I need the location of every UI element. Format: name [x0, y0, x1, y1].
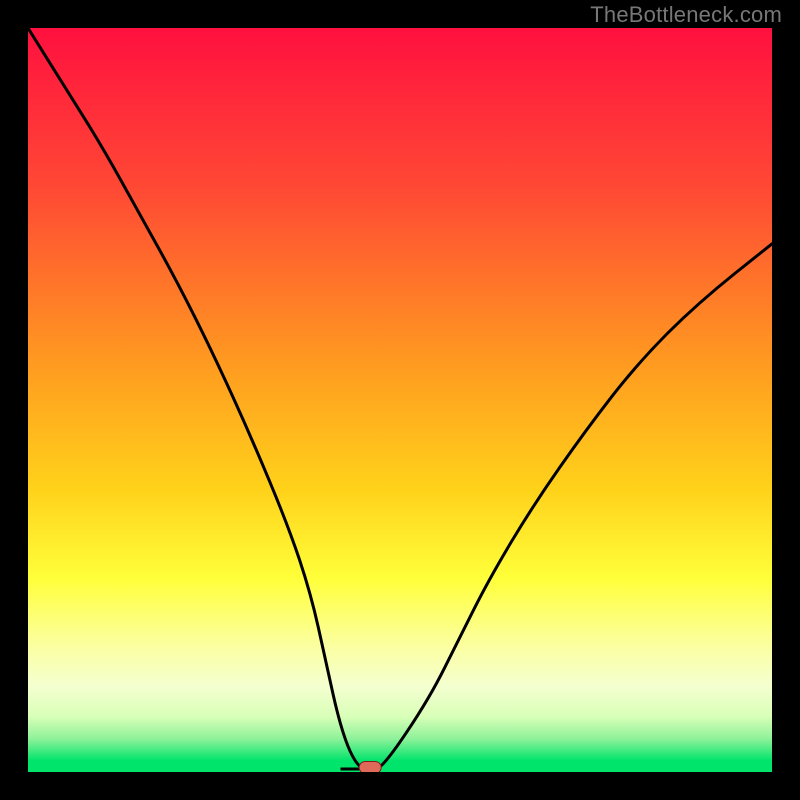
watermark-label: TheBottleneck.com: [590, 2, 782, 28]
bottleneck-chart: [28, 28, 772, 772]
plot-area: [28, 28, 772, 772]
optimum-marker: [359, 762, 381, 773]
gradient-background: [28, 28, 772, 772]
chart-frame: TheBottleneck.com: [0, 0, 800, 800]
